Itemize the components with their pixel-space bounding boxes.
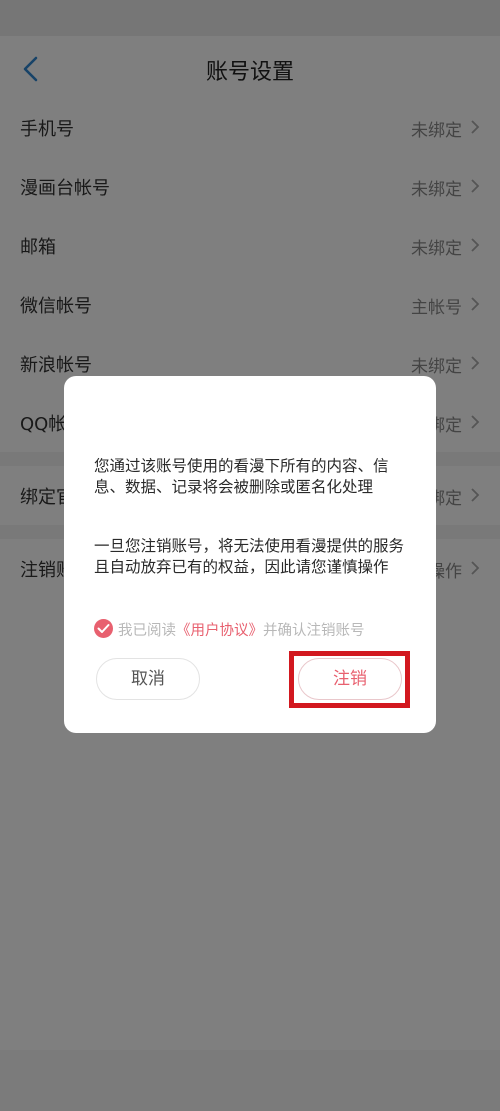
agreement-suffix: 并确认注销账号	[263, 623, 365, 639]
agreement-prefix: 我已阅读	[118, 623, 176, 639]
agreement-row[interactable]: 我已阅读《用户协议》并确认注销账号	[94, 618, 424, 640]
cancel-button[interactable]: 取消	[96, 658, 200, 700]
dialog-paragraph-1: 您通过该账号使用的看漫下所有的内容、信息、数据、记录将会被删除或匿名化处理	[94, 457, 389, 496]
check-icon	[97, 624, 110, 633]
cancel-account-dialog: 您通过该账号使用的看漫下所有的内容、信息、数据、记录将会被删除或匿名化处理 一旦…	[64, 376, 436, 733]
agreement-text: 我已阅读《用户协议》并确认注销账号	[118, 619, 365, 640]
agreement-checkbox[interactable]	[94, 619, 113, 638]
highlight-box	[289, 651, 410, 708]
dialog-paragraph-2: 一旦您注销账号，将无法使用看漫提供的服务且自动放弃已有的权益，因此请您谨慎操作	[94, 537, 405, 576]
user-agreement-link[interactable]: 《用户协议》	[176, 623, 263, 639]
